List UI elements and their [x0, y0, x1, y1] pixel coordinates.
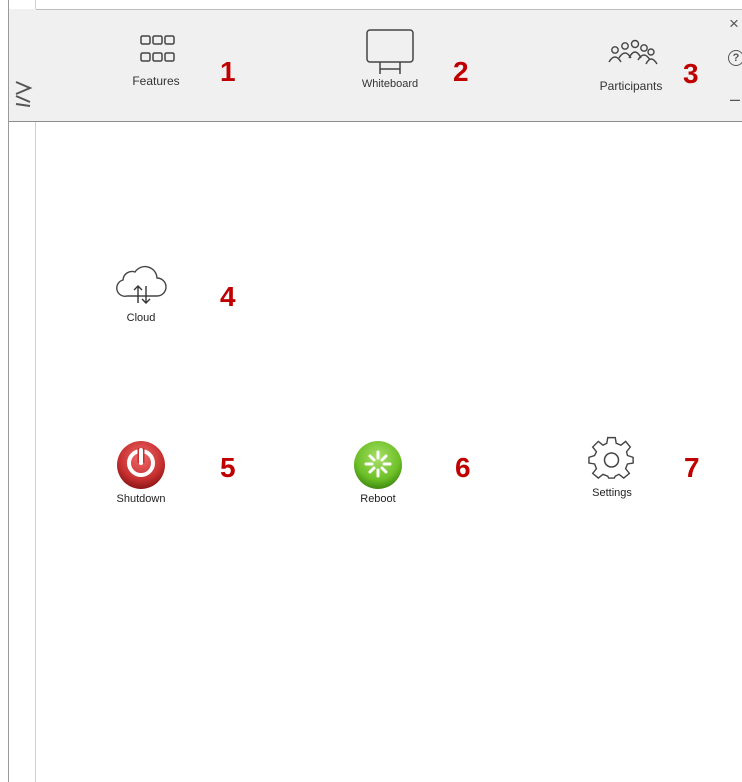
- sidebar: [9, 0, 36, 782]
- gear-icon: [588, 436, 634, 479]
- shutdown-app[interactable]: Shutdown: [106, 438, 176, 505]
- whiteboard-label: Whiteboard: [361, 78, 419, 90]
- reboot-app[interactable]: Reboot: [346, 438, 410, 505]
- brand-logo-icon[interactable]: [13, 79, 33, 109]
- callout-6: 6: [455, 452, 471, 483]
- reboot-label: Reboot: [360, 493, 396, 505]
- top-toolbar: Features 1 Whiteboard 2 Participants 3 ×…: [36, 9, 742, 122]
- shutdown-label: Shutdown: [116, 493, 166, 505]
- features-grid-icon: [140, 35, 175, 62]
- callout-2: 2: [453, 56, 469, 87]
- whiteboard-icon: [366, 29, 414, 74]
- cloud-label: Cloud: [126, 312, 156, 324]
- reboot-icon: [354, 441, 402, 489]
- settings-app[interactable]: Settings: [582, 435, 642, 499]
- whiteboard-button[interactable]: Whiteboard: [335, 26, 445, 90]
- callout-3: 3: [683, 58, 699, 89]
- callout-7: 7: [684, 452, 700, 483]
- callout-4: 4: [220, 281, 236, 312]
- participants-icon: [608, 39, 658, 65]
- participants-label: Participants: [599, 79, 663, 93]
- power-icon: [117, 441, 165, 489]
- features-label: Features: [132, 74, 180, 88]
- minimize-icon[interactable]: –: [730, 90, 740, 108]
- callout-5: 5: [220, 452, 236, 483]
- help-icon[interactable]: ?: [728, 50, 742, 66]
- callout-1: 1: [220, 56, 236, 87]
- settings-label: Settings: [592, 487, 632, 499]
- close-icon[interactable]: ×: [729, 15, 739, 32]
- cloud-icon: [116, 265, 167, 304]
- cloud-app[interactable]: Cloud: [108, 258, 174, 324]
- features-button[interactable]: Features: [106, 28, 206, 88]
- sidebar-header: [9, 9, 36, 122]
- participants-button[interactable]: Participants: [576, 36, 686, 93]
